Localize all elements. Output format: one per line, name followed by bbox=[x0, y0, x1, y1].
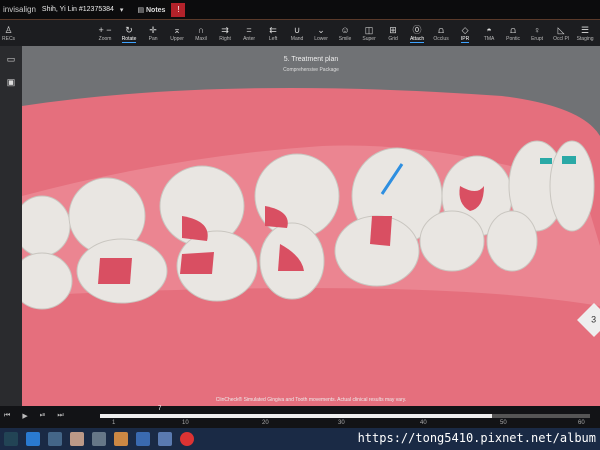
slider-fill bbox=[100, 414, 492, 418]
tool-erupt[interactable]: ♀ Erupt bbox=[527, 24, 547, 43]
tool-smile[interactable]: ☺ Smile bbox=[335, 24, 355, 43]
toolbar: ♙ RECs + − Zoom ↻ Rotate ✛ Pan ⌅ Upper ∩ Maxil ⇉ Rig… bbox=[0, 20, 600, 46]
tool-pontic[interactable]: ⩍ Pontic bbox=[503, 24, 523, 43]
stage-slider[interactable]: 7 bbox=[100, 406, 590, 418]
occl-pl-icon: ◺ bbox=[557, 24, 565, 35]
page-title: 5. Treatment plan bbox=[283, 56, 339, 63]
pontic-icon: ⩍ bbox=[510, 24, 516, 35]
tool-rotate[interactable]: ↻ Rotate bbox=[119, 24, 139, 43]
super-icon: ◫ bbox=[364, 24, 374, 35]
last-stage-icon[interactable]: ⏭ bbox=[57, 412, 63, 420]
occlus-icon: ⩍ bbox=[438, 24, 444, 35]
panel-icon[interactable]: ▭ bbox=[7, 54, 16, 65]
tool-tma[interactable]: ◓ TMA bbox=[479, 24, 499, 43]
tool-pan[interactable]: ✛ Pan bbox=[143, 24, 163, 43]
layout-icon[interactable]: ▣ bbox=[7, 77, 16, 88]
tool-super[interactable]: ◫ Super bbox=[359, 24, 379, 43]
tool-lower[interactable]: ⌄ Lower bbox=[311, 24, 331, 43]
zoom-icon: + − bbox=[98, 24, 112, 35]
recs-icon: ♙ bbox=[4, 25, 13, 35]
timeline-tick: 50 bbox=[500, 420, 507, 426]
maxil-icon: ∩ bbox=[197, 24, 205, 35]
notes-button[interactable]: ▤ Notes bbox=[137, 6, 165, 14]
watermark: https://tong5410.pixnet.net/album bbox=[357, 431, 596, 445]
lower-icon: ⌄ bbox=[317, 24, 325, 35]
timeline-tick: 20 bbox=[262, 420, 269, 426]
tool-anter[interactable]: = Anter bbox=[239, 24, 259, 43]
upper-icon: ⌅ bbox=[173, 24, 181, 35]
invisalign-logo: invisalign bbox=[3, 5, 36, 14]
timeline-tick: 10 bbox=[182, 420, 189, 426]
right-icon: ⇉ bbox=[221, 24, 229, 35]
folder-icon[interactable] bbox=[70, 432, 84, 446]
tool-ipr[interactable]: ◇ IPR bbox=[455, 24, 475, 43]
attach-icon: ⓪ bbox=[412, 24, 422, 35]
patient-selector[interactable]: Shih, Yi Lin #12375384 bbox=[42, 6, 114, 13]
rotate-icon: ↻ bbox=[125, 24, 133, 35]
tool-icon[interactable] bbox=[92, 432, 106, 446]
document-icon[interactable] bbox=[158, 432, 172, 446]
disclaimer: ClinCheck® Simulated Gingiva and Tooth m… bbox=[215, 397, 407, 403]
left-sidebar: ▭ ▣ bbox=[0, 46, 22, 406]
3d-viewport[interactable]: 5. Treatment plan Comprehensive Package … bbox=[22, 46, 600, 406]
timeline-tick: 1 bbox=[112, 420, 116, 426]
teeth-model[interactable] bbox=[22, 46, 600, 406]
tool-maxil[interactable]: ∩ Maxil bbox=[191, 24, 211, 43]
recs-button[interactable]: ♙ RECs bbox=[2, 24, 15, 42]
tool-right[interactable]: ⇉ Right bbox=[215, 24, 235, 43]
timeline-tick: 60 bbox=[578, 420, 585, 426]
step-icon[interactable]: ⏯ bbox=[40, 412, 46, 420]
ipr-icon: ◇ bbox=[461, 24, 469, 35]
tma-icon: ◓ bbox=[486, 24, 492, 35]
tool-occl-pl[interactable]: ◺ Occl Pl bbox=[551, 24, 571, 43]
play-icon[interactable]: ▶ bbox=[22, 412, 27, 420]
package-subtitle: Comprehensive Package bbox=[283, 67, 339, 73]
current-stage-label: 7 bbox=[158, 406, 162, 412]
ie-icon[interactable] bbox=[26, 432, 40, 446]
tool-mand[interactable]: ∪ Mand bbox=[287, 24, 307, 43]
anter-icon: = bbox=[246, 24, 252, 35]
erupt-icon: ♀ bbox=[533, 24, 541, 35]
grid-icon: ⊞ bbox=[389, 24, 397, 35]
timeline: ⏮ ▶ ⏯ ⏭ 7 1 10 20 30 40 50 60 bbox=[0, 406, 600, 428]
staging-icon: ☰ bbox=[581, 24, 590, 35]
title-bar: invisalign Shih, Yi Lin #12375384 ▾ ▤ Not… bbox=[0, 0, 600, 20]
left-icon: ⇇ bbox=[269, 24, 277, 35]
tool-attach[interactable]: ⓪ Attach bbox=[407, 24, 427, 43]
timeline-tick: 40 bbox=[420, 420, 427, 426]
tool-left[interactable]: ⇇ Left bbox=[263, 24, 283, 43]
tool-upper[interactable]: ⌅ Upper bbox=[167, 24, 187, 43]
media-icon[interactable] bbox=[114, 432, 128, 446]
mand-icon: ∪ bbox=[293, 24, 301, 35]
tool-staging[interactable]: ☰ Staging bbox=[575, 24, 595, 43]
timeline-tick: 30 bbox=[338, 420, 345, 426]
clincheck-icon[interactable] bbox=[136, 432, 150, 446]
chevron-down-icon[interactable]: ▾ bbox=[120, 6, 124, 14]
smile-icon: ☺ bbox=[340, 24, 350, 35]
chrome-icon[interactable] bbox=[180, 432, 194, 446]
tool-grid[interactable]: ⊞ Grid bbox=[383, 24, 403, 43]
app-icon[interactable] bbox=[48, 432, 62, 446]
first-stage-icon[interactable]: ⏮ bbox=[4, 412, 10, 420]
warning-icon[interactable]: ! bbox=[171, 2, 186, 17]
start-icon[interactable] bbox=[4, 432, 18, 446]
tool-zoom[interactable]: + − Zoom bbox=[95, 24, 115, 43]
tool-occlus[interactable]: ⩍ Occlus bbox=[431, 24, 451, 43]
pan-icon: ✛ bbox=[149, 24, 157, 35]
